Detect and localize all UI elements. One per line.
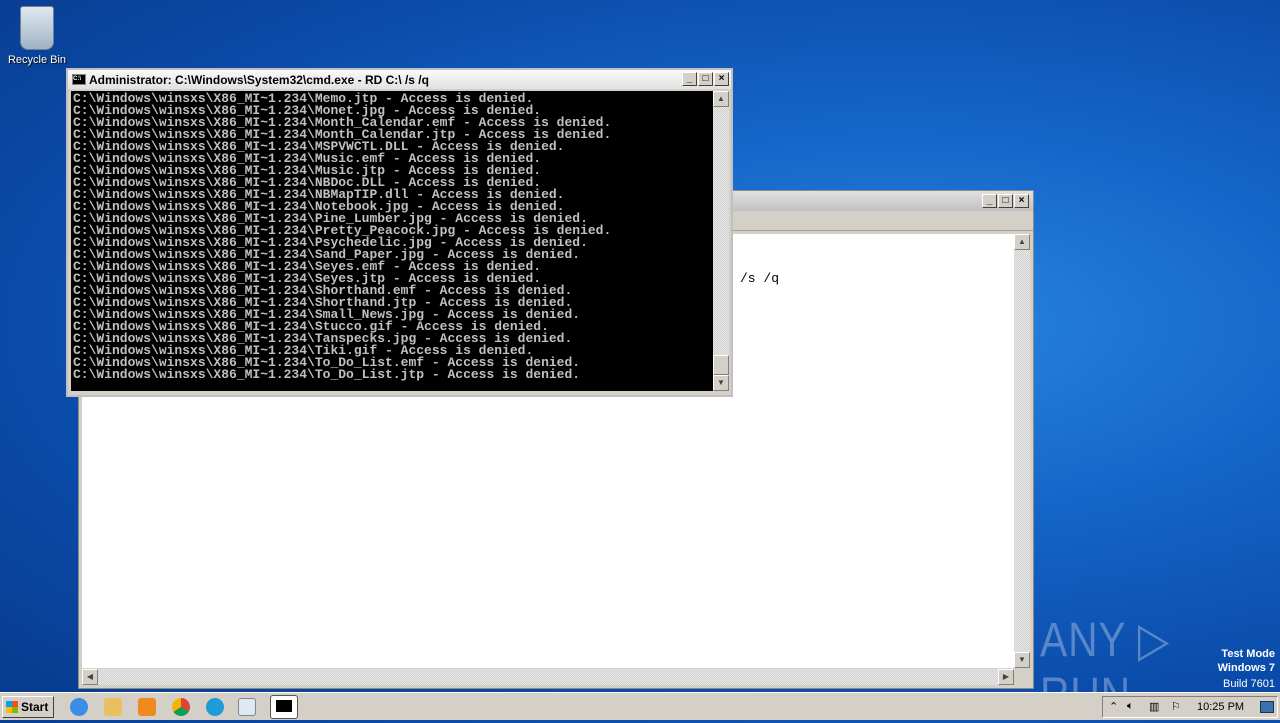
scroll-down-button[interactable]: ▼: [713, 375, 729, 391]
vertical-scrollbar[interactable]: ▲ ▼: [1014, 234, 1030, 668]
volume-icon[interactable]: 🔈︎: [1127, 700, 1134, 713]
console-output[interactable]: C:\Windows\winsxs\X86_MI~1.234\Memo.jtp …: [71, 91, 713, 391]
scroll-up-button[interactable]: ▲: [713, 91, 729, 107]
recycle-bin[interactable]: Recycle Bin: [4, 6, 70, 66]
cmd-taskbar-button[interactable]: [270, 695, 298, 719]
minimize-button[interactable]: _: [982, 194, 997, 208]
explorer-icon[interactable]: [104, 698, 122, 716]
close-button[interactable]: ×: [1014, 194, 1029, 208]
show-hidden-icons[interactable]: ⌃: [1109, 700, 1118, 713]
media-player-icon[interactable]: [138, 698, 156, 716]
ie-icon[interactable]: [70, 698, 88, 716]
window-controls: _ □ ×: [982, 194, 1029, 208]
text-content: /s /q: [740, 271, 780, 286]
console-line: C:\Windows\winsxs\X86_MI~1.234\To_Do_Lis…: [73, 367, 581, 382]
scroll-thumb[interactable]: [713, 355, 729, 375]
windows-version-label: Windows 7: [1217, 662, 1275, 674]
notepad-icon[interactable]: [238, 698, 256, 716]
cmd-icon: [276, 700, 292, 712]
horizontal-scrollbar[interactable]: ◀ ▶: [82, 669, 1014, 685]
scroll-down-button[interactable]: ▼: [1014, 652, 1030, 668]
network-icon[interactable]: ▥: [1149, 700, 1159, 713]
show-desktop-icon[interactable]: [1260, 701, 1274, 713]
scroll-right-button[interactable]: ▶: [998, 669, 1014, 685]
system-tray: ⌃ 🔈︎ ▥ ⚐ 10:25 PM: [1102, 696, 1278, 718]
cmd-window-controls: _ □ ×: [682, 72, 729, 86]
test-mode-label: Test Mode: [1221, 648, 1275, 660]
cmd-icon: C:\: [72, 74, 86, 85]
taskbar: Start ⌃ 🔈︎ ▥ ⚐ 10:25 PM: [0, 692, 1280, 720]
minimize-button[interactable]: _: [682, 72, 697, 86]
close-button[interactable]: ×: [714, 72, 729, 86]
cmd-title-bar[interactable]: C:\ Administrator: C:\Windows\System32\c…: [68, 70, 731, 89]
cmd-window[interactable]: C:\ Administrator: C:\Windows\System32\c…: [66, 68, 733, 397]
recycle-bin-icon: [20, 6, 54, 50]
clock[interactable]: 10:25 PM: [1197, 701, 1244, 713]
scroll-up-button[interactable]: ▲: [1014, 234, 1030, 250]
action-center-flag-icon[interactable]: ⚐: [1171, 700, 1181, 713]
start-button[interactable]: Start: [2, 696, 54, 718]
chrome-icon[interactable]: [172, 698, 190, 716]
cmd-title: Administrator: C:\Windows\System32\cmd.e…: [89, 72, 429, 87]
cmd-scrollbar[interactable]: ▲ ▼: [713, 91, 729, 391]
scroll-left-button[interactable]: ◀: [82, 669, 98, 685]
maximize-button[interactable]: □: [998, 194, 1013, 208]
edge-icon[interactable]: [206, 698, 224, 716]
build-label: Build 7601: [1223, 678, 1275, 690]
maximize-button[interactable]: □: [698, 72, 713, 86]
recycle-bin-label: Recycle Bin: [7, 54, 67, 66]
